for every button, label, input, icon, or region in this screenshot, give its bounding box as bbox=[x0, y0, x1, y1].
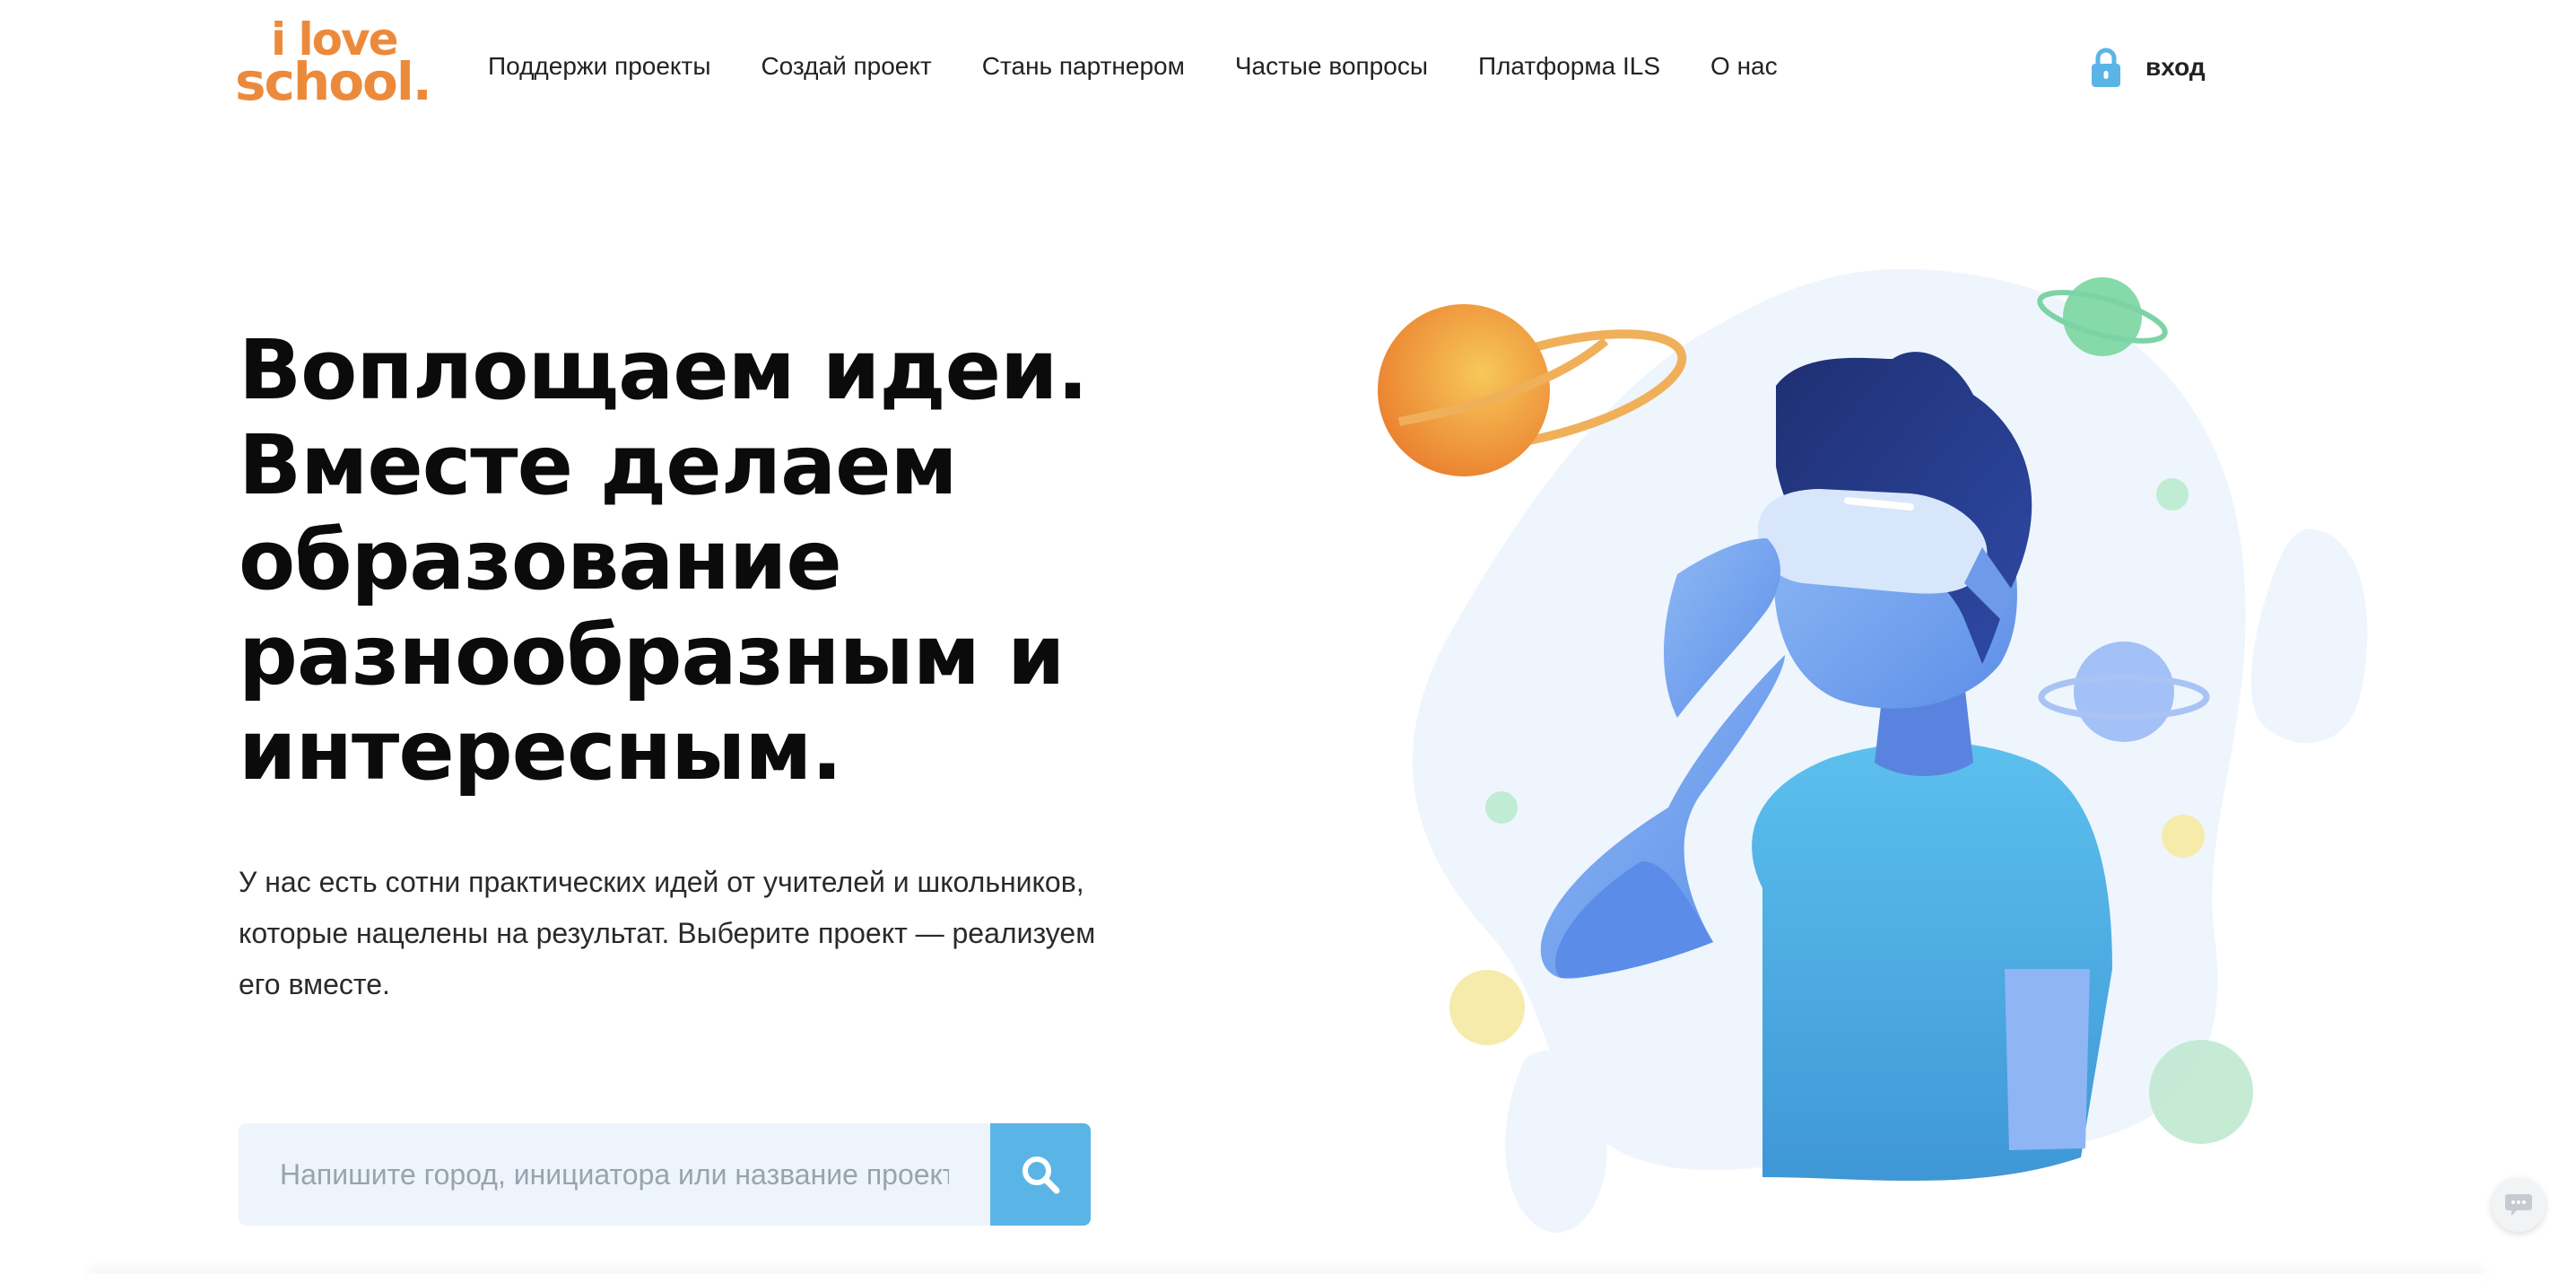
login-button[interactable]: вход bbox=[2090, 47, 2206, 88]
main-nav: Поддержи проекты Создай проект Стань пар… bbox=[488, 52, 1778, 81]
hero-headline: Воплощаем идеи. Вместе делаем образовани… bbox=[239, 322, 1088, 799]
search-button[interactable] bbox=[990, 1123, 1091, 1226]
login-label: вход bbox=[2145, 53, 2206, 81]
lock-icon bbox=[2092, 48, 2120, 87]
nav-item-support-projects[interactable]: Поддержи проекты bbox=[488, 52, 710, 81]
site-header: i love school. Поддержи проекты Создай п… bbox=[0, 0, 2576, 135]
nav-item-platform-ils[interactable]: Платформа ILS bbox=[1478, 52, 1660, 81]
project-search bbox=[239, 1123, 1091, 1226]
chat-button[interactable] bbox=[2492, 1178, 2546, 1232]
nav-item-become-partner[interactable]: Стань партнером bbox=[982, 52, 1185, 81]
search-input[interactable] bbox=[239, 1123, 990, 1226]
hero-subtext: У нас есть сотни практических идей от уч… bbox=[239, 866, 1096, 1000]
nav-item-faq[interactable]: Частые вопросы bbox=[1235, 52, 1428, 81]
nav-item-about[interactable]: О нас bbox=[1710, 52, 1778, 81]
nav-item-create-project[interactable]: Создай проект bbox=[761, 52, 931, 81]
section-divider bbox=[90, 1274, 2485, 1283]
logo[interactable]: i love school. bbox=[235, 17, 441, 112]
search-icon bbox=[1023, 1156, 1060, 1194]
chat-icon bbox=[2505, 1194, 2532, 1216]
hero-illustration bbox=[1378, 269, 2368, 1233]
logo-line-2: school. bbox=[235, 51, 432, 112]
